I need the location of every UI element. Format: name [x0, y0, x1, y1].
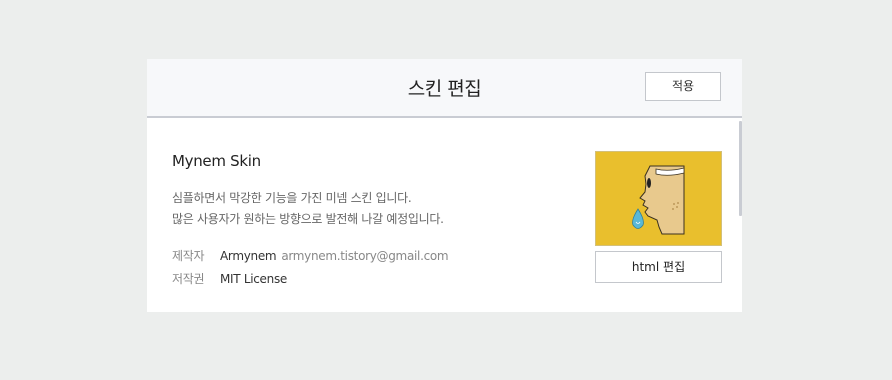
- face-with-tear-icon: [632, 165, 685, 235]
- panel-header: 스킨 편집 적용: [147, 59, 742, 118]
- description-line: 많은 사용자가 원하는 방향으로 발전해 나갈 예정입니다.: [172, 212, 444, 226]
- description-line: 심플하면서 막강한 기능을 가진 미넴 스킨 입니다.: [172, 191, 412, 205]
- author-label: 제작자: [172, 249, 205, 263]
- skin-thumbnail: [595, 151, 722, 246]
- license-row: 저작권 MIT License: [172, 270, 287, 287]
- edit-html-button[interactable]: html 편집: [595, 251, 722, 283]
- skin-edit-panel: 스킨 편집 적용 Mynem Skin 심플하면서 막강한 기능을 가진 미넴 …: [147, 59, 742, 312]
- license-value: MIT License: [220, 272, 287, 286]
- skin-info: Mynem Skin 심플하면서 막강한 기능을 가진 미넴 스킨 입니다. 많…: [147, 118, 742, 312]
- author-name: Armynem: [220, 249, 277, 263]
- skin-name: Mynem Skin: [172, 152, 261, 170]
- author-email: armynem.tistory@gmail.com: [281, 249, 449, 263]
- license-label: 저작권: [172, 272, 205, 286]
- apply-button[interactable]: 적용: [645, 72, 721, 101]
- author-row: 제작자 Armynem armynem.tistory@gmail.com: [172, 247, 449, 264]
- skin-description: 심플하면서 막강한 기능을 가진 미넴 스킨 입니다. 많은 사용자가 원하는 …: [172, 188, 444, 230]
